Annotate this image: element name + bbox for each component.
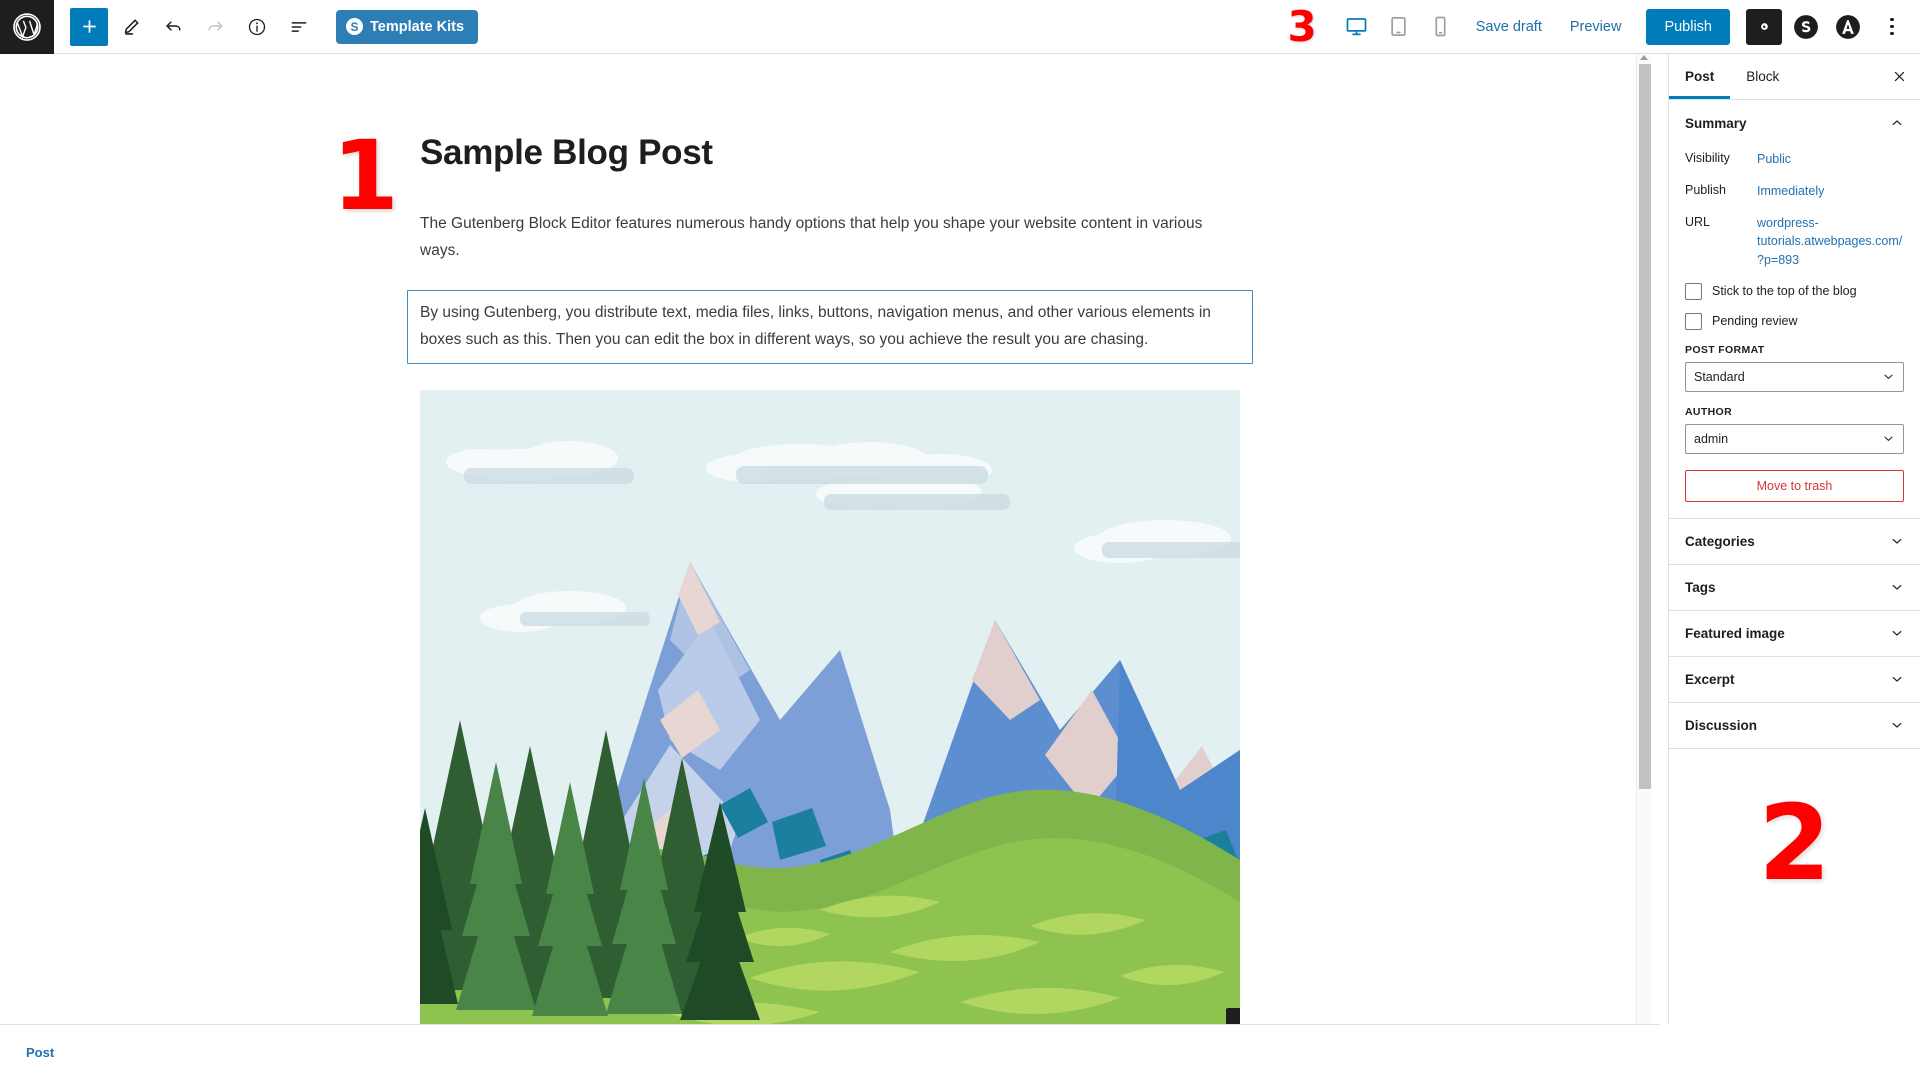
- paragraph-block-1[interactable]: The Gutenberg Block Editor features nume…: [420, 211, 1240, 264]
- url-row: URL wordpress-tutorials.atwebpages.com/?…: [1685, 214, 1904, 268]
- post-format-select[interactable]: Standard: [1685, 361, 1904, 392]
- publish-value[interactable]: Immediately: [1757, 182, 1824, 200]
- editor-footer: Post: [0, 1024, 1660, 1080]
- summary-panel-title: Summary: [1685, 115, 1747, 131]
- move-to-trash-button[interactable]: Move to trash: [1685, 469, 1904, 502]
- wordpress-logo-icon[interactable]: [0, 0, 54, 54]
- visibility-value[interactable]: Public: [1757, 150, 1791, 168]
- close-x-icon: [1894, 71, 1904, 82]
- panel-excerpt[interactable]: Excerpt: [1669, 657, 1920, 703]
- image-block[interactable]: [420, 389, 1240, 1024]
- editor-top-bar: S Template Kits 3 Save draft Preview Pub…: [0, 0, 1920, 54]
- publish-row: Publish Immediately: [1685, 182, 1904, 200]
- panel-featured-image-label: Featured image: [1685, 625, 1785, 641]
- chevron-down-icon: [1892, 677, 1902, 682]
- editor-canvas[interactable]: 1 Sample Blog Post The Gutenberg Block E…: [0, 54, 1660, 1024]
- undo-button[interactable]: [154, 8, 192, 46]
- post-format-value: Standard: [1694, 369, 1745, 384]
- panel-categories[interactable]: Categories: [1669, 519, 1920, 565]
- sidebar-tabs: Post Block: [1669, 54, 1920, 100]
- toolbar-right-tools: 3 Save draft Preview Publish: [1287, 1, 1920, 51]
- save-draft-button[interactable]: Save draft: [1463, 19, 1555, 35]
- panel-excerpt-label: Excerpt: [1685, 671, 1735, 687]
- publish-button[interactable]: Publish: [1646, 8, 1730, 45]
- author-label: AUTHOR: [1685, 405, 1733, 418]
- template-kits-badge-icon: S: [346, 18, 363, 35]
- sticky-post-row[interactable]: Stick to the top of the blog: [1685, 282, 1904, 300]
- post-format-label: POST FORMAT: [1685, 343, 1765, 356]
- panel-discussion-label: Discussion: [1685, 717, 1758, 733]
- post-content-wrapper: 1 Sample Blog Post The Gutenberg Block E…: [332, 54, 1253, 1024]
- pending-review-row[interactable]: Pending review: [1685, 312, 1904, 330]
- panel-tags-label: Tags: [1685, 579, 1716, 595]
- kebab-dot: [1890, 31, 1894, 36]
- preview-button[interactable]: Preview: [1557, 19, 1635, 35]
- sticky-post-checkbox[interactable]: [1685, 282, 1702, 300]
- block-toolbar-handle[interactable]: [1226, 1007, 1240, 1024]
- astra-a-icon[interactable]: [1830, 9, 1866, 45]
- chevron-up-icon: [1892, 120, 1902, 126]
- sticky-post-label: Stick to the top of the blog: [1712, 284, 1857, 299]
- panel-featured-image[interactable]: Featured image: [1669, 611, 1920, 657]
- paragraph-block-2-selected[interactable]: By using Gutenberg, you distribute text,…: [407, 290, 1253, 364]
- summary-panel-header[interactable]: Summary: [1669, 100, 1920, 146]
- tab-post[interactable]: Post: [1669, 54, 1730, 99]
- page-title[interactable]: Sample Blog Post: [420, 132, 1240, 174]
- author-select[interactable]: admin: [1685, 423, 1904, 454]
- breadcrumb[interactable]: Post: [26, 1045, 54, 1060]
- toolbar-left-tools: S Template Kits: [54, 7, 479, 46]
- gear-icon[interactable]: [1746, 8, 1782, 45]
- chevron-down-icon: [1892, 723, 1902, 728]
- visibility-row: Visibility Public: [1685, 150, 1904, 168]
- pending-review-label: Pending review: [1712, 314, 1798, 329]
- more-options-button[interactable]: [1874, 7, 1910, 47]
- scroll-up-arrow-icon[interactable]: [1640, 55, 1648, 60]
- template-kits-label: Template Kits: [370, 18, 465, 35]
- panel-tags[interactable]: Tags: [1669, 565, 1920, 611]
- url-value[interactable]: wordpress-tutorials.atwebpages.com/?p=89…: [1757, 214, 1904, 268]
- chevron-down-icon: [1884, 374, 1893, 380]
- canvas-scrollbar[interactable]: [1636, 54, 1652, 1024]
- kebab-dot: [1890, 17, 1894, 22]
- annotation-marker-3: 3: [1287, 1, 1317, 51]
- tablet-icon[interactable]: [1379, 7, 1419, 47]
- url-label: URL: [1685, 215, 1711, 230]
- list-view-button[interactable]: [280, 8, 318, 46]
- template-kits-button[interactable]: S Template Kits: [336, 9, 479, 44]
- chevron-down-icon: [1892, 631, 1902, 636]
- chevron-down-icon: [1892, 585, 1902, 590]
- author-value: admin: [1694, 431, 1729, 446]
- panel-discussion[interactable]: Discussion: [1669, 703, 1920, 749]
- mountain-landscape-illustration: [420, 389, 1240, 1024]
- publish-label: Publish: [1685, 183, 1726, 198]
- panel-categories-label: Categories: [1685, 533, 1755, 549]
- stackable-s-icon[interactable]: [1788, 9, 1824, 45]
- mobile-icon[interactable]: [1421, 7, 1461, 47]
- redo-button[interactable]: [196, 8, 234, 46]
- chevron-down-icon: [1884, 436, 1893, 442]
- scrollbar-thumb[interactable]: [1639, 64, 1651, 789]
- kebab-dot: [1890, 24, 1894, 29]
- annotation-marker-1: 1: [332, 120, 399, 232]
- chevron-down-icon: [1892, 539, 1902, 544]
- desktop-icon[interactable]: [1337, 7, 1377, 47]
- annotation-marker-2: 2: [1758, 781, 1831, 904]
- settings-sidebar: Post Block Summary Visibility Public Pub…: [1668, 54, 1920, 1024]
- summary-panel-body: Visibility Public Publish Immediately UR…: [1669, 146, 1920, 518]
- close-sidebar-button[interactable]: [1878, 54, 1920, 99]
- pending-review-checkbox[interactable]: [1685, 312, 1702, 330]
- info-circle-icon[interactable]: [238, 8, 276, 46]
- add-block-button[interactable]: [70, 7, 108, 46]
- tab-block[interactable]: Block: [1730, 54, 1795, 99]
- visibility-label: Visibility: [1685, 151, 1730, 165]
- pencil-icon[interactable]: [112, 8, 150, 46]
